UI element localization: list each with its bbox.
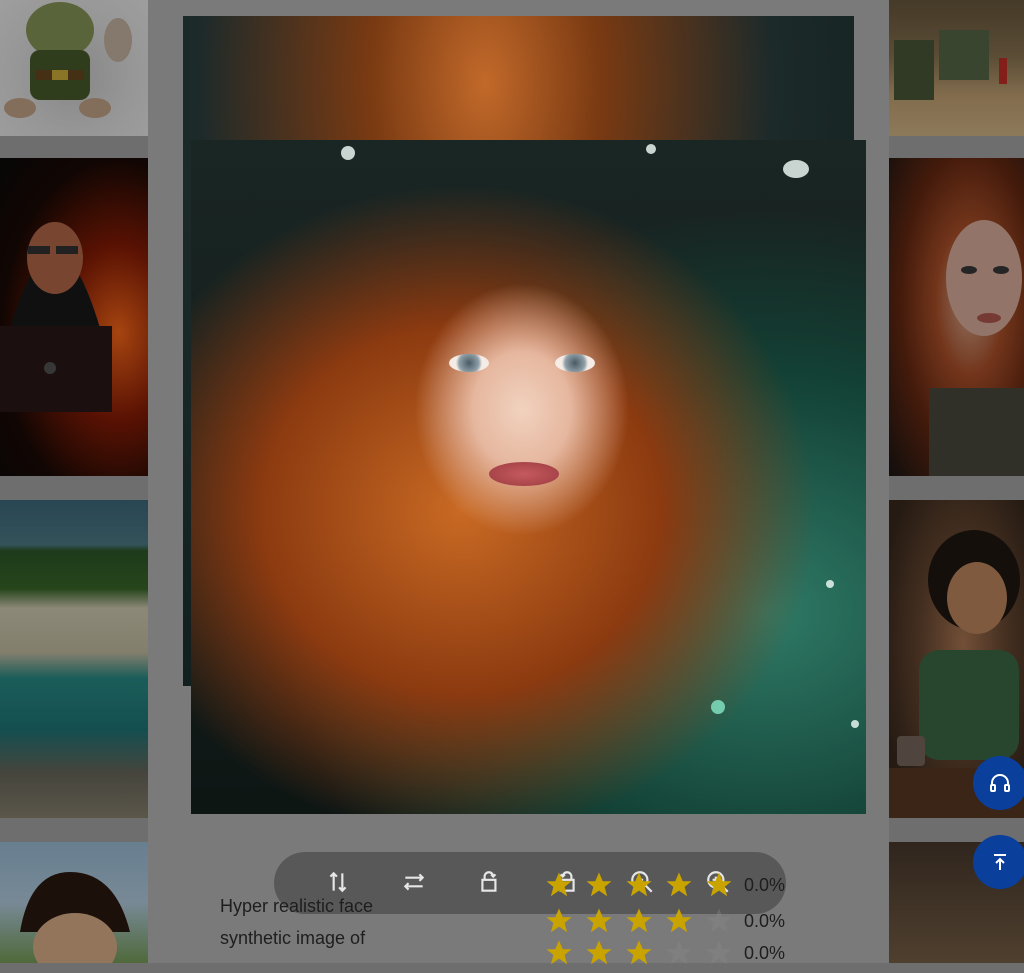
star-icon[interactable]	[624, 938, 654, 968]
rating-row: 0.0%	[544, 906, 785, 936]
star-icon[interactable]	[544, 938, 574, 968]
gallery-tile-gnome[interactable]	[0, 0, 148, 136]
star-icon[interactable]	[624, 906, 654, 936]
flip-vertical-icon	[329, 871, 347, 893]
flip-horizontal-icon	[403, 873, 425, 891]
bokeh-dot	[851, 720, 859, 728]
star-icon[interactable]	[584, 938, 614, 968]
tile-dim-overlay	[0, 158, 148, 476]
star-icon[interactable]	[664, 906, 694, 936]
tile-dim-overlay	[889, 0, 1024, 136]
tile-dim-overlay	[0, 500, 148, 818]
star-icon[interactable]	[704, 938, 734, 968]
star-icon[interactable]	[584, 870, 614, 900]
bokeh-dot	[646, 144, 656, 154]
tile-dim-overlay	[0, 0, 148, 136]
left-eye	[449, 354, 489, 372]
rating-row: 0.0%	[544, 870, 785, 900]
lips	[489, 462, 559, 486]
back-to-top-button[interactable]	[973, 835, 1024, 889]
rating-percentage: 0.0%	[744, 874, 786, 895]
bokeh-dot	[826, 580, 834, 588]
star-icon[interactable]	[624, 870, 654, 900]
bokeh-dot	[341, 146, 355, 160]
star-icon[interactable]	[664, 870, 694, 900]
caption-line: Hyper realistic face	[220, 896, 374, 916]
audio-support-button[interactable]	[973, 756, 1024, 810]
flip-horizontal-button[interactable]	[394, 862, 434, 902]
rating-percentage: 0.0%	[744, 942, 786, 963]
right-eye	[555, 354, 595, 372]
gallery-tile-red-haired-woman[interactable]	[889, 158, 1024, 476]
gallery-tile-cartoon-boy[interactable]	[0, 842, 148, 963]
gallery-tile-beach[interactable]	[0, 500, 148, 818]
rating-percentage: 0.0%	[744, 910, 786, 931]
caption-line: synthetic image of	[220, 928, 366, 948]
star-icon[interactable]	[544, 870, 574, 900]
star-icon[interactable]	[544, 906, 574, 936]
star-icon[interactable]	[664, 938, 694, 968]
back-to-top-icon	[994, 854, 1006, 870]
tile-dim-overlay	[889, 158, 1024, 476]
bokeh-dot	[711, 700, 725, 714]
rotate-left-button[interactable]	[470, 862, 510, 902]
gallery-tile-hacker[interactable]	[0, 158, 148, 476]
headphones-icon	[990, 774, 1010, 792]
star-icon[interactable]	[704, 870, 734, 900]
rating-row: 0.0%	[544, 938, 785, 968]
preview-image-redhead[interactable]	[191, 140, 866, 814]
bokeh-dot	[783, 160, 809, 178]
tile-dim-overlay	[0, 842, 148, 963]
gallery-tile-desert-town[interactable]	[889, 0, 1024, 136]
rotate-left-icon	[481, 871, 497, 892]
star-icon[interactable]	[704, 906, 734, 936]
star-icon[interactable]	[584, 906, 614, 936]
